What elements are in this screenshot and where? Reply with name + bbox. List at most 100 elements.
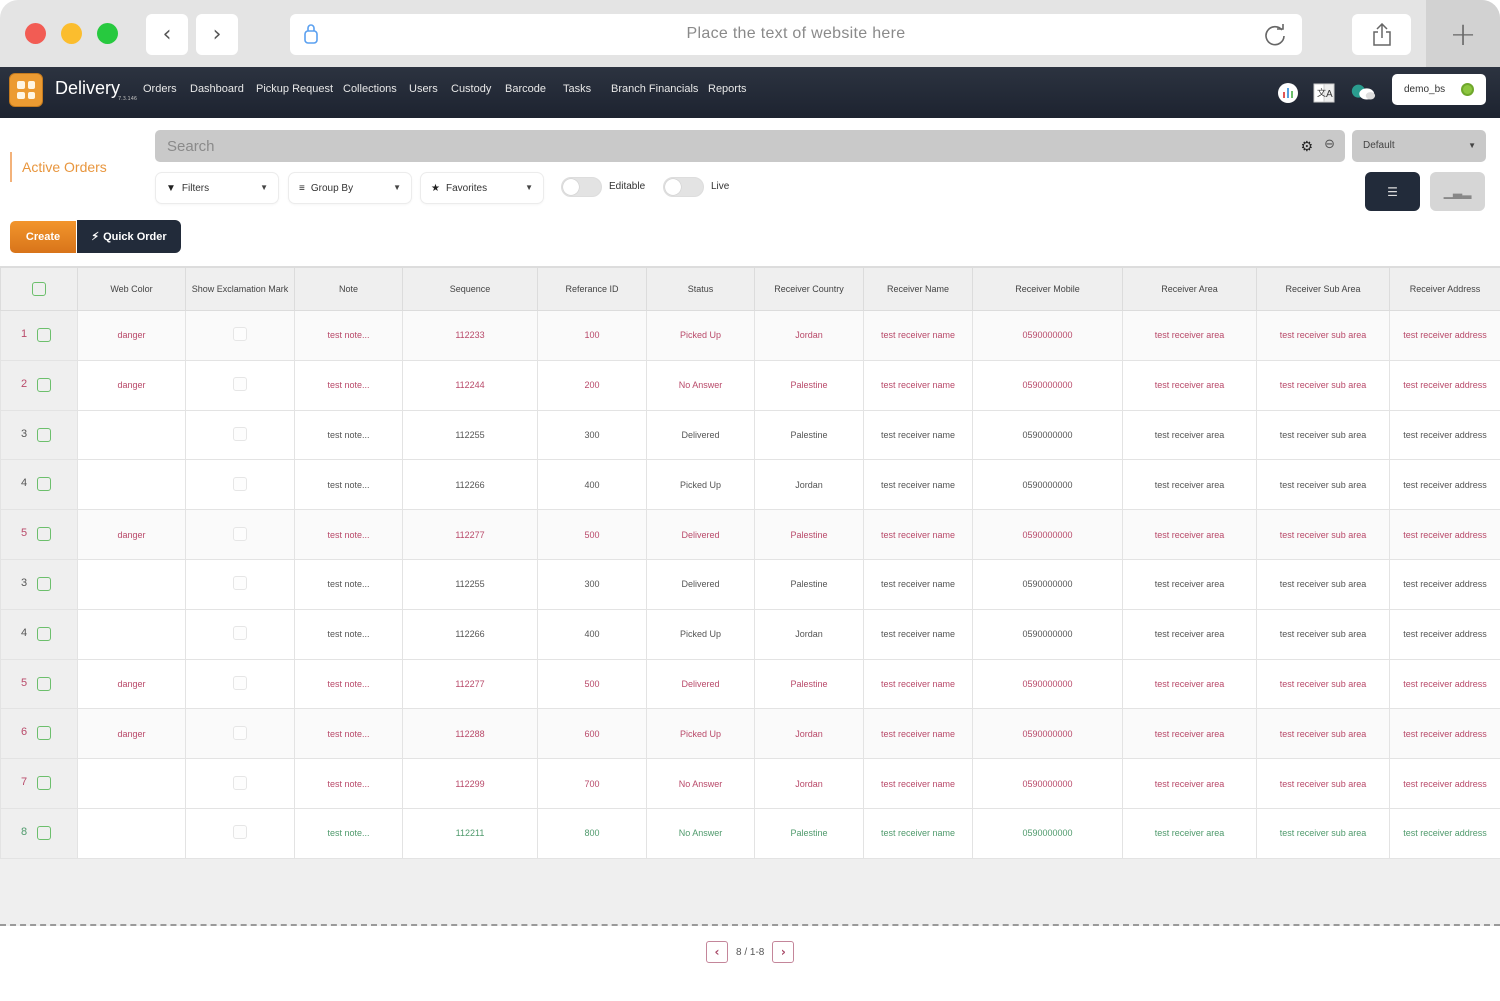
table-cell[interactable]: Jordan [754,758,864,809]
row-checkbox[interactable] [37,427,51,442]
table-cell[interactable]: test receiver address [1389,409,1500,461]
table-cell[interactable] [77,409,186,461]
exclamation-checkbox[interactable] [233,675,247,690]
table-cell[interactable]: 100 [537,310,647,361]
table-cell[interactable]: Delivered [646,509,755,560]
menu-barcode[interactable]: Barcode [505,83,546,95]
new-tab-button[interactable]: + [1426,0,1500,67]
table-cell[interactable]: Jordan [754,708,864,760]
table-cell[interactable]: 112255 [402,558,538,610]
table-cell[interactable]: test receiver name [863,658,973,710]
table-cell[interactable]: test receiver address [1389,459,1500,511]
table-cell[interactable]: 112255 [402,409,538,461]
column-header[interactable]: Receiver Name [863,267,973,311]
table-cell[interactable]: 600 [537,708,647,760]
table-cell[interactable] [185,459,295,511]
row-checkbox[interactable] [37,477,51,492]
table-cell[interactable]: Palestine [754,658,864,710]
table-cell[interactable]: Picked Up [646,459,755,511]
table-cell[interactable]: test note... [294,807,403,859]
column-header[interactable]: Receiver Sub Area [1256,267,1390,311]
table-cell[interactable]: test receiver area [1122,608,1257,660]
create-button[interactable]: Create [10,221,76,253]
table-cell[interactable]: 0590000000 [972,658,1123,710]
window-maximize-button[interactable] [97,23,118,44]
table-cell[interactable]: 0590000000 [972,409,1123,461]
table-cell[interactable]: 400 [537,608,647,660]
zoom-out-icon[interactable]: ⊖ [1324,137,1335,152]
table-cell[interactable]: test receiver address [1389,310,1500,361]
table-cell[interactable]: No Answer [646,758,755,809]
table-cell[interactable]: test receiver area [1122,658,1257,710]
table-cell[interactable]: test note... [294,459,403,511]
table-row[interactable]: 1 danger test note... 112233 100 Picked Up Jor… [0,310,1500,361]
table-cell[interactable]: 112266 [402,608,538,660]
menu-dashboard[interactable]: Dashboard [190,83,244,95]
table-cell[interactable]: 112233 [402,310,538,361]
table-cell[interactable] [185,509,295,560]
address-bar[interactable]: Place the text of website here [290,14,1302,55]
menu-pickup-request[interactable]: Pickup Request [256,83,333,95]
table-row[interactable]: 3 test note... 112255 300 Delivered Palestine… [0,558,1500,610]
table-cell[interactable]: Jordan [754,459,864,511]
table-cell[interactable]: danger [77,708,186,760]
search-input[interactable] [155,130,1275,162]
table-cell[interactable]: 800 [537,807,647,859]
browser-forward-button[interactable]: › [196,14,238,55]
table-cell[interactable]: test receiver sub area [1256,807,1390,859]
table-cell[interactable]: 400 [537,459,647,511]
table-cell[interactable]: test receiver name [863,359,973,411]
table-cell[interactable]: 112266 [402,459,538,511]
editable-toggle[interactable] [561,177,602,197]
exclamation-checkbox[interactable] [233,825,247,840]
row-checkbox[interactable] [37,825,51,840]
table-cell[interactable]: test receiver name [863,409,973,461]
table-cell[interactable]: 500 [537,658,647,710]
table-cell[interactable]: test receiver address [1389,658,1500,710]
share-button[interactable] [1352,14,1411,55]
exclamation-checkbox[interactable] [233,526,247,541]
table-cell[interactable]: test receiver name [863,459,973,511]
window-minimize-button[interactable] [61,23,82,44]
table-row[interactable]: 6 danger test note... 112288 600 Picked Up Jor… [0,708,1500,760]
chat-button[interactable] [1350,80,1376,106]
table-cell[interactable]: Palestine [754,409,864,461]
table-cell[interactable]: test receiver sub area [1256,509,1390,560]
language-button[interactable]: 文A [1311,80,1337,106]
browser-back-button[interactable]: ‹ [146,14,188,55]
row-checkbox[interactable] [37,776,51,791]
table-cell[interactable]: test note... [294,409,403,461]
menu-users[interactable]: Users [409,83,438,95]
favorites-dropdown[interactable]: ★ Favorites ▼ [420,172,544,204]
table-cell[interactable]: test note... [294,558,403,610]
row-checkbox[interactable] [37,527,51,542]
table-cell[interactable]: danger [77,658,186,710]
table-cell[interactable]: Picked Up [646,708,755,760]
menu-tasks[interactable]: Tasks [563,83,591,95]
table-row[interactable]: 4 test note... 112266 400 Picked Up Jordan tes… [0,459,1500,511]
window-close-button[interactable] [25,23,46,44]
table-cell[interactable]: 0590000000 [972,459,1123,511]
exclamation-checkbox[interactable] [233,725,247,740]
user-menu-button[interactable]: demo_bs [1392,74,1486,105]
table-cell[interactable]: test receiver sub area [1256,758,1390,809]
table-cell[interactable]: test receiver address [1389,509,1500,560]
row-checkbox[interactable] [37,626,51,641]
table-cell[interactable] [185,359,295,411]
table-cell[interactable]: test receiver address [1389,359,1500,411]
table-cell[interactable]: 112244 [402,359,538,411]
table-cell[interactable]: danger [77,359,186,411]
select-all-checkbox[interactable] [32,282,46,296]
table-cell[interactable]: Delivered [646,558,755,610]
filters-dropdown[interactable]: ▼ Filters ▼ [155,172,279,204]
table-cell[interactable]: test note... [294,758,403,809]
column-header[interactable]: Receiver Area [1122,267,1257,311]
row-checkbox[interactable] [37,377,51,392]
table-cell[interactable]: test receiver name [863,608,973,660]
brand-name[interactable]: Delivery [55,78,120,99]
table-cell[interactable]: No Answer [646,359,755,411]
table-cell[interactable]: 0590000000 [972,509,1123,560]
table-cell[interactable] [185,608,295,660]
reload-icon[interactable] [1262,22,1288,48]
table-cell[interactable]: 500 [537,509,647,560]
